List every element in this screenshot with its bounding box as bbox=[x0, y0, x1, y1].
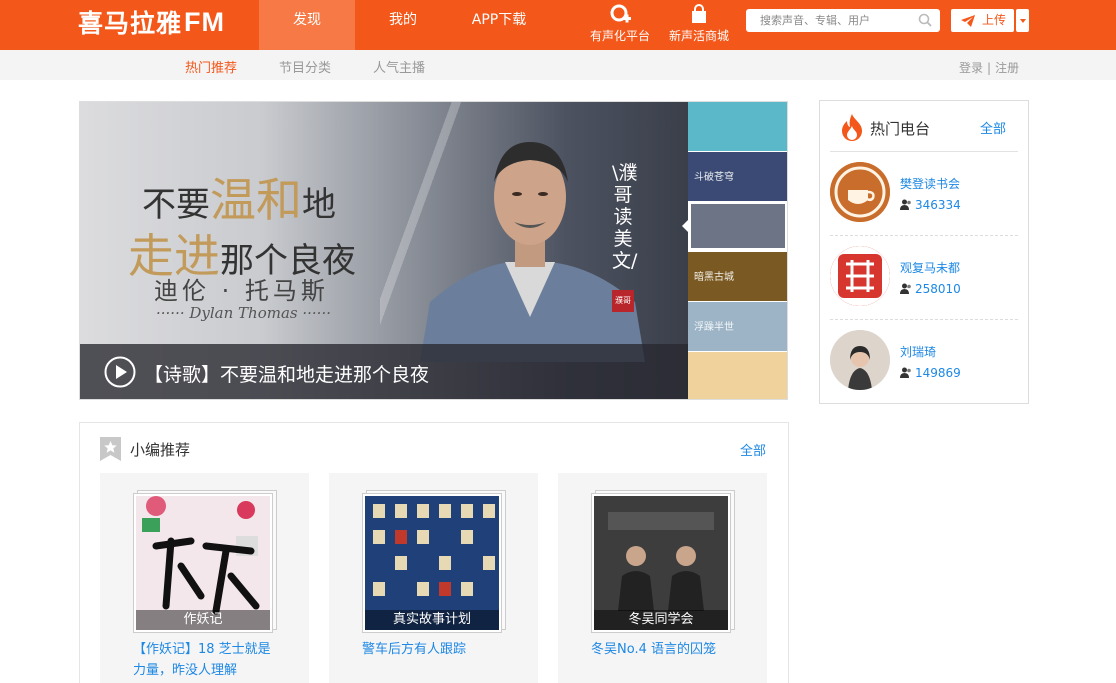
banner-headline-big1: 温和 bbox=[210, 173, 302, 227]
shop-label: 新声活商城 bbox=[668, 29, 729, 43]
main-nav: 发现 我的 APP下载 bbox=[259, 0, 547, 50]
avatar[interactable] bbox=[830, 162, 890, 222]
divider bbox=[830, 235, 1018, 236]
top-navbar: 喜马拉雅FM 发现 我的 APP下载 有声化平台 新声活商城 上传 bbox=[0, 0, 1116, 50]
album-cover-art: 作妖记 bbox=[136, 496, 270, 630]
banner-carousel: 不要温和地 走进那个良夜 迪伦 · 托马斯 ······ Dylan Thoma… bbox=[79, 101, 788, 400]
avatar-image bbox=[830, 330, 890, 390]
banner-headline-pre1: 不要 bbox=[142, 185, 210, 225]
album-card: 冬吴同学会 冬吴No.4 语言的囚笼 bbox=[558, 473, 767, 683]
album-card: 真实故事计划 警车后方有人跟踪 bbox=[329, 473, 538, 683]
search-input[interactable] bbox=[760, 9, 910, 32]
album-cover[interactable]: 真实故事计划 bbox=[362, 493, 502, 633]
bookmark-star-icon bbox=[100, 437, 121, 461]
hot-radio-more-link[interactable]: 全部 bbox=[980, 118, 1006, 137]
thumb-text: 暗黑古城 bbox=[694, 272, 734, 283]
nav-discover[interactable]: 发现 bbox=[259, 0, 355, 50]
flame-icon bbox=[842, 114, 862, 141]
radio-name-link[interactable]: 观复马未都 bbox=[900, 259, 960, 276]
radio-count-value: 346334 bbox=[915, 198, 961, 212]
avatar[interactable] bbox=[830, 246, 890, 306]
thumb-text: 斗破苍穹 bbox=[694, 172, 734, 183]
banner-caption-bar: 【诗歌】不要温和地走进那个良夜 bbox=[80, 344, 688, 399]
auth-links: 登录 | 注册 bbox=[959, 59, 1019, 76]
banner-caption[interactable]: 【诗歌】不要温和地走进那个良夜 bbox=[144, 360, 429, 387]
recommend-title: 小编推荐 bbox=[130, 441, 191, 459]
avatar[interactable] bbox=[830, 330, 890, 390]
upload-label: 上传 bbox=[982, 13, 1007, 27]
hot-radio-title: 热门电台 bbox=[870, 120, 931, 138]
radio-count-value: 149869 bbox=[915, 366, 961, 380]
thumb-text: 浮躁半世 bbox=[694, 322, 734, 333]
divider bbox=[830, 151, 1018, 152]
radio-follower-count: 258010 bbox=[900, 282, 961, 296]
play-icon[interactable] bbox=[104, 356, 136, 388]
banner-vertical-text: \濮哥读美文/ bbox=[612, 162, 638, 272]
divider bbox=[830, 319, 1018, 320]
radio-item: 观复马未都 258010 bbox=[830, 246, 1020, 308]
banner-thumb-3[interactable] bbox=[690, 203, 786, 249]
radio-follower-count: 346334 bbox=[900, 198, 961, 212]
subnav-categories[interactable]: 节目分类 bbox=[279, 57, 331, 76]
banner-thumb-6[interactable] bbox=[688, 352, 787, 399]
radio-name-link[interactable]: 樊登读书会 bbox=[900, 175, 960, 192]
paper-plane-icon bbox=[961, 15, 975, 27]
active-thumb-indicator bbox=[682, 220, 688, 232]
user-icon bbox=[900, 283, 911, 294]
nav-mine[interactable]: 我的 bbox=[355, 0, 451, 50]
upload-button[interactable]: 上传 bbox=[951, 9, 1014, 32]
audio-platform-link[interactable]: 有声化平台 bbox=[586, 0, 654, 50]
banner-thumb-1[interactable] bbox=[688, 102, 787, 151]
radio-follower-count: 149869 bbox=[900, 366, 961, 380]
banner-thumbnails: 斗破苍穹 暗黑古城 浮躁半世 bbox=[682, 102, 787, 399]
login-link[interactable]: 登录 bbox=[959, 61, 983, 75]
album-cover-label: 冬吴同学会 bbox=[594, 610, 728, 630]
album-cover[interactable]: 作妖记 bbox=[133, 493, 273, 633]
subnav-anchors[interactable]: 人气主播 bbox=[373, 57, 425, 76]
sub-navbar: 热门推荐 节目分类 人气主播 登录 | 注册 bbox=[0, 50, 1116, 80]
avatar-image bbox=[830, 246, 890, 306]
banner-thumb-2[interactable]: 斗破苍穹 bbox=[688, 152, 787, 201]
album-title-link[interactable]: 【作妖记】18 芝士就是力量，昨没人理解 bbox=[133, 639, 283, 681]
hot-radio-panel: 热门电台 全部 樊登读书会 346334 观复马未都 258010 刘瑞琦 14… bbox=[819, 100, 1029, 404]
audio-platform-label: 有声化平台 bbox=[589, 29, 650, 43]
search-icon[interactable] bbox=[918, 13, 932, 27]
banner-seal: 濮哥 bbox=[612, 290, 634, 312]
banner-headline-post1: 地 bbox=[302, 185, 336, 225]
album-cover-art: 冬吴同学会 bbox=[594, 496, 728, 630]
banner-thumb-5[interactable]: 浮躁半世 bbox=[688, 302, 787, 351]
nav-app-download[interactable]: APP下载 bbox=[451, 0, 547, 50]
bulb-plus-icon bbox=[610, 4, 631, 23]
banner-author: 迪伦 · 托马斯 bbox=[154, 277, 329, 305]
upload-dropdown-toggle[interactable] bbox=[1016, 9, 1029, 32]
album-cover-label: 作妖记 bbox=[136, 610, 270, 630]
radio-name-link[interactable]: 刘瑞琦 bbox=[900, 343, 936, 360]
subnav-hot[interactable]: 热门推荐 bbox=[185, 57, 237, 76]
avatar-image bbox=[830, 162, 890, 222]
logo-text: 喜马拉雅 bbox=[78, 9, 183, 38]
album-cover-label: 真实故事计划 bbox=[365, 610, 499, 630]
editor-recommend-panel: 小编推荐 全部 作妖记 【作妖记】18 芝士就是力量，昨没人理解 真实故事计划 … bbox=[79, 422, 789, 683]
banner-author-english: ······ Dylan Thomas ······ bbox=[156, 304, 331, 322]
shop-link[interactable]: 新声活商城 bbox=[666, 0, 732, 50]
album-title-link[interactable]: 警车后方有人跟踪 bbox=[362, 639, 512, 660]
banner-thumb-4[interactable]: 暗黑古城 bbox=[688, 252, 787, 301]
radio-item: 樊登读书会 346334 bbox=[830, 162, 1020, 224]
banner-main-slide[interactable]: 不要温和地 走进那个良夜 迪伦 · 托马斯 ······ Dylan Thoma… bbox=[80, 102, 688, 399]
logo-suffix: FM bbox=[184, 6, 225, 37]
radio-count-value: 258010 bbox=[915, 282, 961, 296]
recommend-more-link[interactable]: 全部 bbox=[740, 440, 766, 459]
album-cover-art: 真实故事计划 bbox=[365, 496, 499, 630]
user-icon bbox=[900, 199, 911, 210]
album-title-link[interactable]: 冬吴No.4 语言的囚笼 bbox=[591, 639, 741, 660]
album-card: 作妖记 【作妖记】18 芝士就是力量，昨没人理解 bbox=[100, 473, 309, 683]
auth-separator: | bbox=[987, 61, 992, 75]
shopping-bag-icon bbox=[692, 4, 706, 23]
user-icon bbox=[900, 367, 911, 378]
register-link[interactable]: 注册 bbox=[995, 61, 1019, 75]
radio-item: 刘瑞琦 149869 bbox=[830, 330, 1020, 392]
search-box bbox=[746, 9, 940, 32]
site-logo[interactable]: 喜马拉雅 FM bbox=[78, 6, 225, 39]
album-cover[interactable]: 冬吴同学会 bbox=[591, 493, 731, 633]
